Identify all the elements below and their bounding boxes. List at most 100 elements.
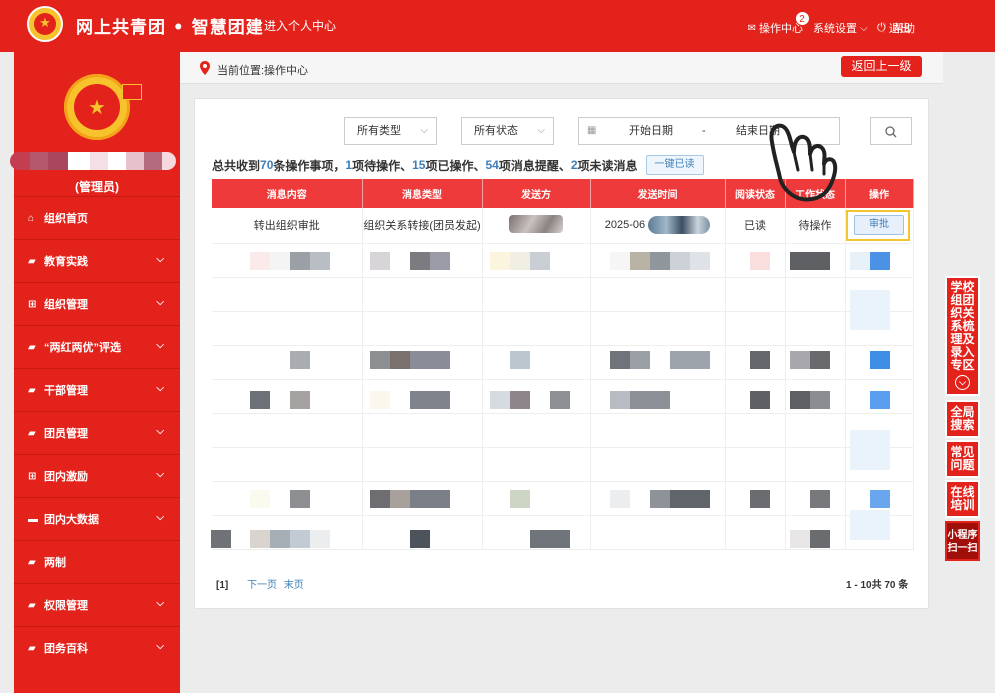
user-role: (管理员) <box>75 180 119 194</box>
cell-content: 转出组织审批 <box>212 208 363 244</box>
sidebar-item-home[interactable]: ⌂ 组织首页 <box>14 196 180 239</box>
type-select[interactable]: 所有类型 ⌵ <box>344 117 437 145</box>
pager-last[interactable]: 末页 <box>284 580 304 591</box>
sidebar-menu: ⌂ 组织首页 ▰ 教育实践 ⌵ ⊞ 组织管理 ⌵ ▰ “两红两优”评选 ⌵ ▰ … <box>14 196 180 669</box>
redacted-block <box>250 490 270 508</box>
group-icon: ▰ <box>28 341 36 353</box>
school-zone-button[interactable]: 学校组团织关系梳理及录入专区 ⌵ <box>945 276 980 396</box>
table-row[interactable] <box>212 447 914 482</box>
redacted-block <box>390 490 410 508</box>
chevron-down-icon: ⌵ <box>859 22 868 34</box>
user-name-blurred <box>10 152 180 170</box>
table-row[interactable] <box>212 277 914 312</box>
personal-center-link[interactable]: 进入个人中心 <box>264 17 336 34</box>
sidebar-item-org[interactable]: ⊞ 组织管理 ⌵ <box>14 282 180 325</box>
reminder-count: 54 <box>485 158 499 172</box>
redacted-block <box>290 252 310 270</box>
chevron-down-icon: ⌵ <box>420 125 428 136</box>
done-count: 15 <box>412 158 426 172</box>
group-icon: ▰ <box>28 427 36 439</box>
ops-center-link[interactable]: ✉ 操作中心 2 <box>747 11 810 36</box>
pager: [1] 下一页 末页 <box>216 576 304 591</box>
cell-time: 2025-06 <box>590 208 726 244</box>
redacted-block <box>850 430 890 470</box>
redacted-block <box>690 252 710 270</box>
redacted-block <box>510 351 530 369</box>
chevron-down-icon: ⌵ <box>156 297 164 308</box>
ops-badge: 2 <box>794 11 810 26</box>
table-row[interactable] <box>212 311 914 346</box>
sidebar-item-cadres[interactable]: ▰ 干部管理 ⌵ <box>14 368 180 411</box>
group-icon: ▰ <box>28 384 36 396</box>
sender-blurred <box>509 214 563 233</box>
col-header-type: 消息类型 <box>362 179 483 208</box>
status-select[interactable]: 所有状态 ⌵ <box>461 117 554 145</box>
pager-next[interactable]: 下一页 <box>247 580 277 591</box>
redacted-block <box>870 490 890 508</box>
global-search-button[interactable]: 全局搜索 <box>945 400 980 438</box>
table-row[interactable] <box>212 481 914 516</box>
redacted-block <box>790 391 810 409</box>
redacted-block <box>750 490 770 508</box>
table-row[interactable]: 转出组织审批 组织关系转接(团员发起) 2025-06 已读 待操作 审批 <box>212 208 914 244</box>
redacted-block <box>410 351 450 369</box>
sidebar-item-wiki[interactable]: ▰ 团务百科 ⌵ <box>14 626 180 669</box>
sidebar-item-permissions[interactable]: ▰ 权限管理 ⌵ <box>14 583 180 626</box>
redacted-block <box>530 530 570 548</box>
total-count: 70 <box>260 158 274 172</box>
redacted-block <box>490 252 510 270</box>
redacted-block <box>550 391 570 409</box>
redacted-block <box>810 490 830 508</box>
table-row[interactable] <box>212 413 914 448</box>
mark-all-read-button[interactable]: 一键已读 <box>645 155 704 175</box>
chevron-down-icon: ⌵ <box>156 512 164 523</box>
settings-dropdown[interactable]: 系统设置 ⌵ <box>813 20 868 36</box>
power-icon: ⏻ <box>877 21 886 34</box>
redacted-block <box>530 252 550 270</box>
redacted-block <box>410 530 430 548</box>
redacted-block <box>410 252 430 270</box>
summary-line: 总共收到 70 条操作事项， 1 项待操作、 15 项已操作、 54 项消息提醒… <box>212 155 704 175</box>
sidebar-item-members[interactable]: ▰ 团员管理 ⌵ <box>14 411 180 454</box>
site-title: 网上共青团 • 智慧团建 <box>76 18 264 38</box>
redacted-block <box>850 510 890 540</box>
league-emblem-icon: ★ <box>64 74 142 140</box>
redacted-block <box>310 530 330 548</box>
back-button[interactable]: 返回上一级 <box>841 56 922 77</box>
redacted-block <box>750 252 770 270</box>
redacted-block <box>290 391 310 409</box>
cell-work-status: 待操作 <box>785 208 846 244</box>
group-icon: ▰ <box>28 599 36 611</box>
sidebar-item-bigdata[interactable]: ▬ 团内大数据 ⌵ <box>14 497 180 540</box>
chevron-down-circle-icon: ⌵ <box>955 375 970 390</box>
faq-button[interactable]: 常见问题 <box>945 440 980 478</box>
chevron-down-icon: ⌵ <box>156 383 164 394</box>
redacted-block <box>370 490 390 508</box>
online-training-button[interactable]: 在线培训 <box>945 480 980 518</box>
sidebar-item-education[interactable]: ▰ 教育实践 ⌵ <box>14 239 180 282</box>
group-icon: ▰ <box>28 642 36 654</box>
cell-read-status: 已读 <box>725 208 786 244</box>
redacted-block <box>870 351 890 369</box>
chevron-down-icon: ⌵ <box>156 340 164 351</box>
search-icon <box>885 125 897 138</box>
redacted-block <box>610 351 630 369</box>
sidebar-item-incentive[interactable]: ⊞ 团内激励 ⌵ <box>14 454 180 497</box>
redacted-block <box>630 351 650 369</box>
redacted-block <box>430 252 450 270</box>
redacted-block <box>610 391 630 409</box>
search-button[interactable] <box>870 117 912 145</box>
chevron-down-icon: ⌵ <box>156 254 164 265</box>
redacted-block <box>810 351 830 369</box>
sidebar-item-two-systems[interactable]: ▰ 两制 <box>14 540 180 583</box>
mini-program-button[interactable]: 小程序扫一扫 <box>945 521 980 561</box>
envelope-icon: ✉ <box>747 22 756 34</box>
chevron-down-icon: ⌵ <box>156 641 164 652</box>
redacted-block <box>250 530 270 548</box>
redacted-block <box>750 391 770 409</box>
start-date-input[interactable]: 开始日期 <box>629 118 673 144</box>
logout-link[interactable]: ⏻ 退出 <box>877 20 911 36</box>
redacted-block <box>630 391 670 409</box>
chevron-down-icon: ⌵ <box>156 598 164 609</box>
sidebar-item-awards[interactable]: ▰ “两红两优”评选 ⌵ <box>14 325 180 368</box>
